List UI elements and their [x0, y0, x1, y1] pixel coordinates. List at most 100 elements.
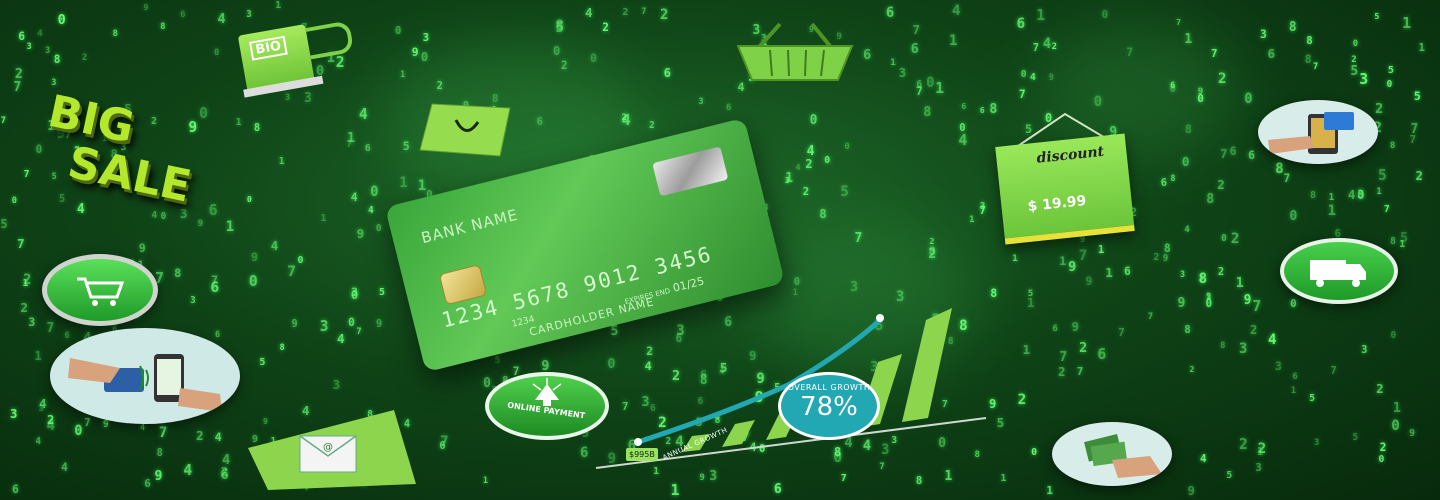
rain-digit: 7 — [158, 424, 168, 441]
rain-digit: 4 — [46, 418, 56, 435]
rain-digit: 5 — [1400, 230, 1409, 246]
rain-digit: 4 — [350, 190, 358, 205]
rain-digit: 7 — [211, 272, 219, 287]
rain-digit: 2 — [1217, 177, 1225, 193]
rain-digit: 0 — [1290, 297, 1297, 311]
rain-digit: 9 — [411, 45, 419, 59]
rain-digit: 4 — [1268, 331, 1277, 348]
rain-digit: 4 — [183, 461, 193, 479]
rain-digit: 0 — [74, 422, 83, 439]
rain-digit: 1 — [235, 116, 242, 128]
rain-digit: 0 — [1390, 329, 1397, 341]
rain-digit: 6 — [961, 101, 967, 112]
rain-digit: 3 — [1314, 437, 1320, 448]
rain-digit: 6 — [1160, 176, 1167, 189]
rain-digit: 8 — [1198, 270, 1208, 287]
rain-digit: 9 — [356, 225, 365, 241]
rain-digit: 7 — [17, 236, 25, 252]
rain-digit: 7 — [1078, 247, 1088, 264]
rain-digit: 0 — [348, 315, 355, 330]
rain-digit: 2 — [14, 66, 23, 83]
discount-tag: discount $ 19.99 — [995, 133, 1135, 245]
rain-digit: 0 — [297, 254, 304, 266]
curve-end-point — [876, 314, 884, 322]
rain-digit: 2 — [1217, 266, 1225, 279]
rain-digit: 8 — [990, 286, 998, 301]
rain-digit: 5 — [1226, 470, 1233, 482]
rain-digit: 4 — [337, 331, 345, 347]
rain-digit: 7 — [979, 204, 986, 218]
rain-digit: 1 — [278, 156, 285, 168]
rain-digit: 2 — [805, 156, 813, 171]
rain-digit: 3 — [1255, 461, 1262, 474]
rain-digit: 6 — [725, 102, 732, 113]
chart-start-value: $995B — [626, 448, 658, 461]
rain-digit: 6 — [773, 481, 782, 497]
rain-digit: 0 — [1031, 447, 1038, 459]
rain-digit: 1 — [1399, 238, 1406, 250]
rain-digit: 1 — [482, 476, 488, 487]
rain-digit: 3 — [784, 175, 790, 186]
rain-digit: 1 — [1376, 185, 1382, 197]
rain-digit: 6 — [12, 482, 19, 496]
rain-digit: 7 — [1330, 366, 1337, 378]
rain-digit: 5 — [840, 184, 849, 201]
rain-digit: 7 — [1059, 350, 1068, 366]
rain-digit: 0 — [370, 184, 379, 201]
rain-digit: 1 — [1328, 191, 1335, 203]
rain-digit: 0 — [1357, 188, 1365, 203]
rain-digit: 6 — [1124, 264, 1131, 278]
rain-digit: 8 — [1309, 190, 1317, 202]
rain-digit: 6 — [663, 66, 671, 81]
rain-digit: 3 — [319, 317, 329, 336]
rain-digit: 3 — [698, 96, 704, 107]
rain-digit: 8 — [555, 17, 564, 34]
rain-digit: 8 — [174, 266, 182, 281]
rain-digit: 9 — [102, 419, 109, 431]
rain-digit: 9 — [154, 468, 163, 484]
rain-digit: 2 — [649, 120, 655, 132]
rain-digit: 8 — [1288, 19, 1297, 35]
delivery-truck-icon — [1280, 238, 1398, 304]
rain-digit: 1 — [1012, 253, 1018, 264]
rain-digit: 0 — [1221, 233, 1227, 245]
rain-digit: 9 — [1409, 428, 1416, 440]
rain-digit: 3 — [190, 294, 196, 306]
rain-digit: 8 — [1306, 34, 1313, 48]
rain-digit: 8 — [279, 341, 285, 352]
rain-digit: 5 — [1413, 89, 1421, 104]
rain-digit: 4 — [958, 130, 968, 149]
rain-digit: 1 — [1327, 202, 1337, 219]
rain-digit: 3 — [246, 8, 252, 20]
rain-digit: 1 — [1022, 341, 1031, 357]
discount-price: $ 19.99 — [1026, 192, 1088, 215]
rain-digit: 8 — [112, 28, 118, 39]
rain-digit: 2 — [1415, 168, 1423, 183]
rain-digit: 9 — [1162, 252, 1169, 264]
rain-digit: 6 — [910, 40, 919, 57]
curve-start-point — [634, 438, 642, 446]
shopping-basket-icon — [736, 22, 854, 81]
rain-digit: 1 — [670, 480, 680, 499]
rain-digit: 7 — [1018, 87, 1026, 101]
rain-digit: 6 — [885, 4, 895, 21]
rain-digit: 6 — [1267, 46, 1275, 62]
rain-digit: 7 — [356, 327, 362, 338]
rain-digit: 7 — [1032, 41, 1040, 54]
rain-digit: 5 — [1309, 392, 1316, 404]
rain-digit: 2 — [622, 6, 629, 18]
rain-digit: 1 — [22, 277, 29, 289]
rain-digit: 1 — [1235, 276, 1244, 292]
rain-digit: 1 — [969, 214, 975, 226]
rain-digit: 8 — [1390, 236, 1396, 248]
rain-digit: 7 — [346, 139, 353, 151]
rain-digit: 3 — [284, 93, 291, 104]
rain-digit: 1 — [1290, 386, 1297, 397]
rain-digit: 4 — [35, 436, 41, 448]
rain-digit: 2 — [1189, 364, 1195, 374]
rain-digit: 6 — [916, 79, 922, 91]
rain-digit: 6 — [364, 142, 371, 154]
rain-digit: 2 — [23, 271, 32, 288]
rain-digit: 2 — [1257, 439, 1267, 457]
rain-digit: 6 — [1229, 145, 1237, 159]
